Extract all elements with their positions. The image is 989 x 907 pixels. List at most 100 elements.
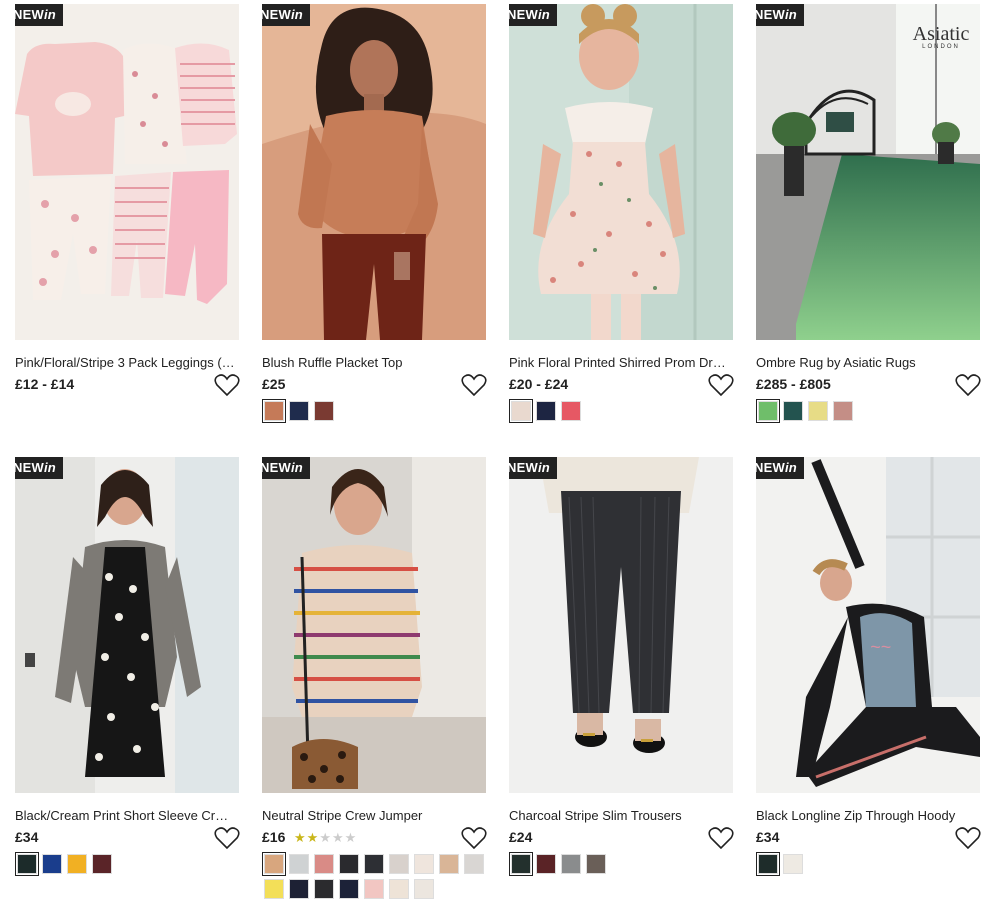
colour-swatch[interactable] [389, 879, 409, 899]
product-image[interactable]: NEWin [262, 4, 486, 340]
product-card[interactable]: ~~ NEWin Black Longline Zip Through Hood… [756, 457, 981, 876]
brand-logo: Asiatic LONDON [912, 23, 970, 50]
svg-text:~~: ~~ [870, 637, 891, 657]
product-image[interactable]: ~~ NEWin [756, 457, 980, 793]
star-empty-icon: ★ [319, 830, 332, 845]
product-image[interactable]: NEWin [509, 457, 733, 793]
product-price: £25 [262, 376, 286, 392]
product-image[interactable]: NEWin [509, 4, 733, 340]
new-in-badge: NEWin [262, 457, 310, 479]
colour-swatch[interactable] [262, 399, 286, 423]
colour-swatch[interactable] [439, 854, 459, 874]
star-filled-icon: ★ [306, 830, 320, 845]
colour-swatch[interactable] [289, 854, 309, 874]
product-image[interactable]: NEWin [15, 4, 239, 340]
colour-swatch[interactable] [536, 401, 556, 421]
colour-swatch[interactable] [783, 401, 803, 421]
product-image[interactable]: NEWin [262, 457, 486, 793]
product-price: £24 [509, 829, 533, 845]
colour-swatch[interactable] [339, 879, 359, 899]
product-price: £34 [15, 829, 39, 845]
new-in-badge: NEWin [262, 4, 310, 26]
colour-swatch[interactable] [389, 854, 409, 874]
colour-swatch[interactable] [314, 879, 334, 899]
new-in-badge: NEWin [15, 457, 63, 479]
product-title[interactable]: Charcoal Stripe Slim Trousers [509, 808, 729, 823]
colour-swatch[interactable] [262, 852, 286, 876]
new-in-badge: NEWin [15, 4, 63, 26]
new-in-badge: NEWin [756, 457, 804, 479]
colour-swatch[interactable] [509, 852, 533, 876]
colour-swatch[interactable] [509, 399, 533, 423]
leggings-photo [15, 4, 239, 340]
product-price: £16 [262, 829, 286, 845]
colour-swatch[interactable] [364, 854, 384, 874]
colour-swatch[interactable] [561, 854, 581, 874]
heart-icon[interactable] [461, 826, 487, 850]
product-price: £20 - £24 [509, 376, 569, 392]
product-card[interactable]: NEWin Neutral Stripe Crew Jumper £16 ★★★… [262, 457, 487, 899]
product-card[interactable]: NEWin Asiatic LONDON Ombre Rug by Asiati… [756, 4, 981, 423]
new-in-badge: NEWin [509, 457, 557, 479]
colour-swatch[interactable] [364, 879, 384, 899]
colour-swatch[interactable] [536, 854, 556, 874]
product-card[interactable]: NEWin Pink/Floral/Stripe 3 Pack Leggings… [15, 4, 240, 397]
heart-icon[interactable] [708, 826, 734, 850]
slim-trousers-photo [509, 457, 733, 793]
star-filled-icon: ★ [294, 830, 307, 845]
product-title[interactable]: Black/Cream Print Short Sleeve Crepe ... [15, 808, 235, 823]
star-empty-icon: ★ [344, 830, 358, 845]
colour-swatch[interactable] [414, 879, 434, 899]
product-title[interactable]: Neutral Stripe Crew Jumper [262, 808, 482, 823]
zip-hoody-photo: ~~ [756, 457, 980, 793]
heart-icon[interactable] [955, 826, 981, 850]
heart-icon[interactable] [214, 826, 240, 850]
product-image[interactable]: NEWin [15, 457, 239, 793]
product-title[interactable]: Black Longline Zip Through Hoody [756, 808, 976, 823]
product-price: £34 [756, 829, 780, 845]
colour-swatch[interactable] [808, 401, 828, 421]
product-grid: NEWin Pink/Floral/Stripe 3 Pack Leggings… [0, 0, 989, 907]
colour-swatch[interactable] [586, 854, 606, 874]
colour-swatch[interactable] [464, 854, 484, 874]
product-price: £12 - £14 [15, 376, 75, 392]
product-title[interactable]: Pink Floral Printed Shirred Prom Dress .… [509, 355, 729, 370]
colour-swatch[interactable] [289, 879, 309, 899]
rating-stars: ★★★★★ [294, 830, 357, 846]
blush-top-photo [262, 4, 486, 340]
new-in-badge: NEWin [509, 4, 557, 26]
colour-swatch[interactable] [264, 879, 284, 899]
colour-swatch[interactable] [92, 854, 112, 874]
heart-icon[interactable] [461, 373, 487, 397]
product-title[interactable]: Ombre Rug by Asiatic Rugs [756, 355, 976, 370]
colour-swatch[interactable] [756, 399, 780, 423]
star-empty-icon: ★ [331, 830, 345, 845]
colour-swatch[interactable] [15, 852, 39, 876]
colour-swatch[interactable] [339, 854, 359, 874]
colour-swatch[interactable] [314, 854, 334, 874]
heart-icon[interactable] [708, 373, 734, 397]
colour-swatch[interactable] [42, 854, 62, 874]
product-title[interactable]: Pink/Floral/Stripe 3 Pack Leggings (0... [15, 355, 235, 370]
product-card[interactable]: NEWin Pink Floral Printed Shirred Prom D… [509, 4, 734, 423]
product-card[interactable]: NEWin Black/Cream Print Short Sleeve Cre… [15, 457, 240, 876]
colour-swatch[interactable] [783, 854, 803, 874]
crepe-dress-photo [15, 457, 239, 793]
product-image[interactable]: NEWin Asiatic LONDON [756, 4, 980, 340]
colour-swatch[interactable] [314, 401, 334, 421]
colour-swatch[interactable] [561, 401, 581, 421]
colour-swatch[interactable] [67, 854, 87, 874]
product-card[interactable]: NEWin Blush Ruffle Placket Top £25 [262, 4, 487, 423]
product-card[interactable]: NEWin Charcoal Stripe Slim Trousers £24 [509, 457, 734, 876]
colour-swatch[interactable] [414, 854, 434, 874]
stripe-jumper-photo [262, 457, 486, 793]
colour-swatch[interactable] [289, 401, 309, 421]
heart-icon[interactable] [214, 373, 240, 397]
colour-swatch[interactable] [833, 401, 853, 421]
prom-dress-photo [509, 4, 733, 340]
product-title[interactable]: Blush Ruffle Placket Top [262, 355, 482, 370]
new-in-badge: NEWin [756, 4, 804, 26]
heart-icon[interactable] [955, 373, 981, 397]
colour-swatch[interactable] [756, 852, 780, 876]
product-price: £285 - £805 [756, 376, 831, 392]
